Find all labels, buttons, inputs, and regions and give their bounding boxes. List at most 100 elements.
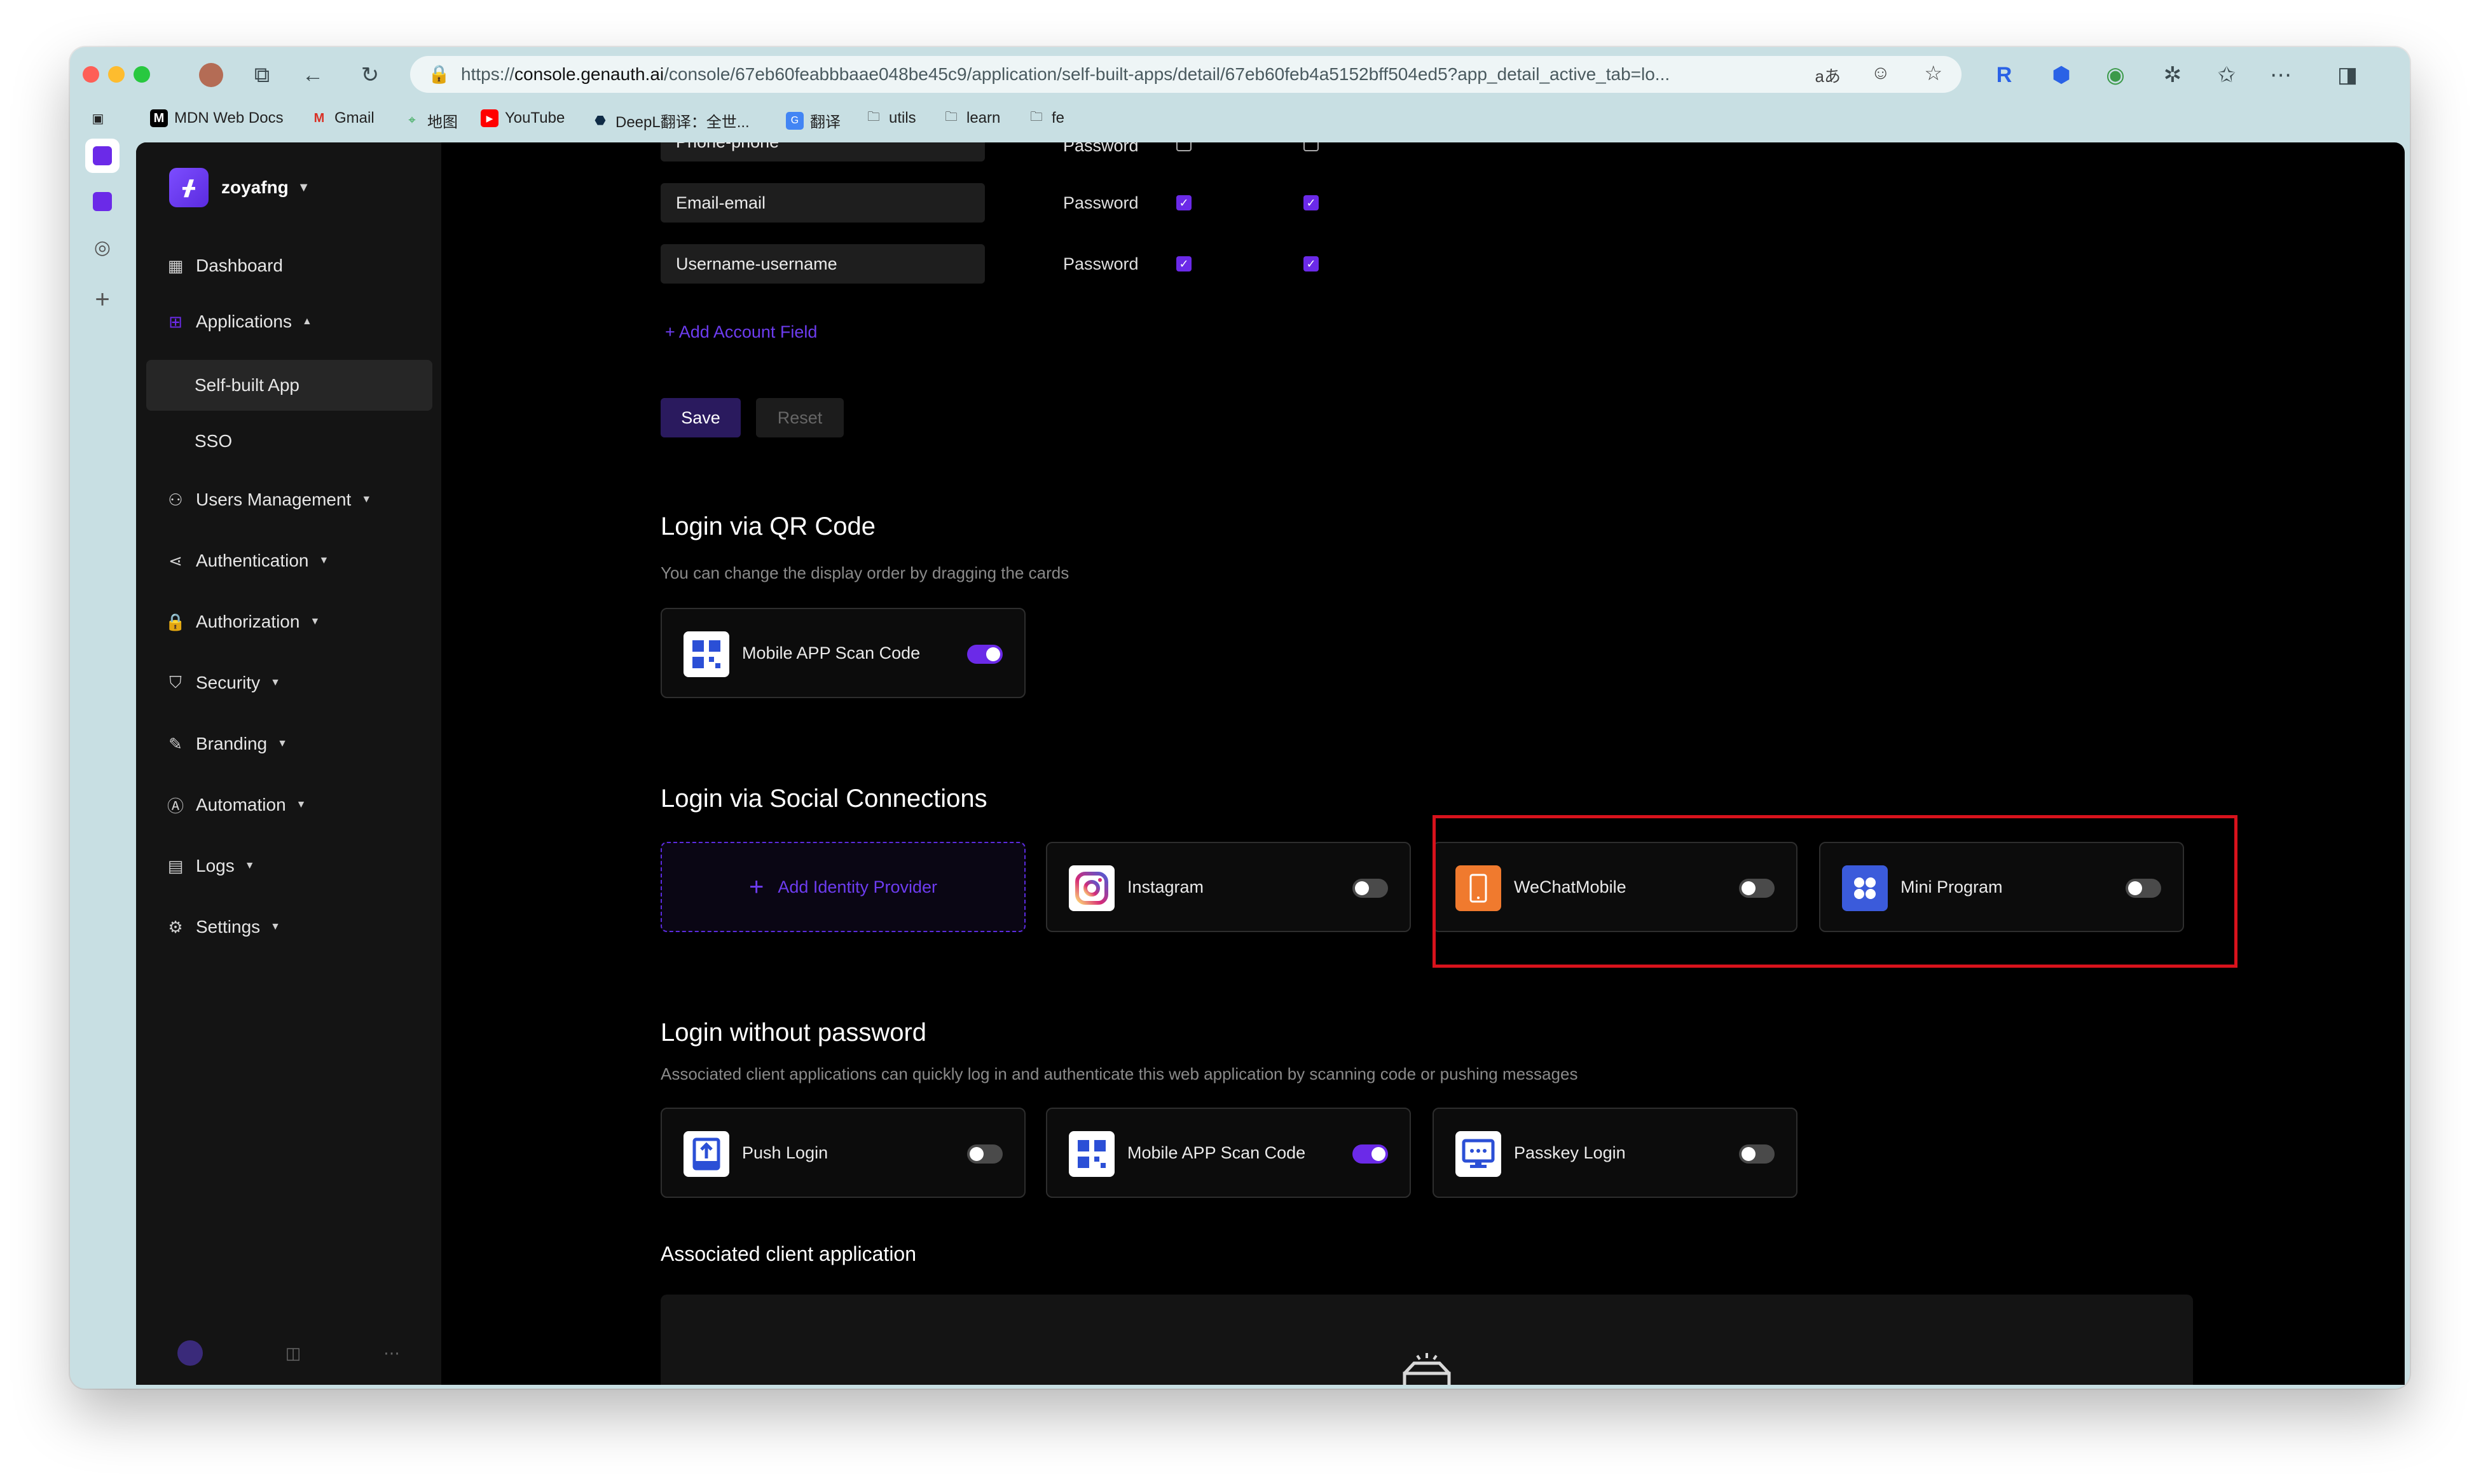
social-section-title: Login via Social Connections xyxy=(661,785,987,813)
bookmark-youtube[interactable]: ▶ YouTube xyxy=(481,109,565,127)
minimize-window-button[interactable] xyxy=(108,66,125,83)
bookmark-mdn[interactable]: M MDN Web Docs xyxy=(150,109,284,127)
qr-section-description: You can change the display order by drag… xyxy=(661,563,1069,582)
sidebar-item-branding[interactable]: ✎ Branding ▼ xyxy=(167,734,287,754)
sidebar-item-dashboard[interactable]: ▦ Dashboard xyxy=(167,256,283,276)
card-label: Push Login xyxy=(742,1143,828,1162)
bookmark-deepl[interactable]: ⬣ DeepL翻译：全世... xyxy=(591,109,749,132)
lock-icon: 🔒 xyxy=(165,612,186,631)
translate-icon[interactable]: aあ xyxy=(1815,64,1841,87)
passwordless-section-description: Associated client applications can quick… xyxy=(661,1064,1578,1083)
extensions-puzzle-icon[interactable]: ✲ xyxy=(2159,61,2187,89)
login-method-card[interactable]: Passkey Login xyxy=(1433,1108,1797,1198)
folder-icon: 🗀 xyxy=(945,110,958,124)
reader-icon[interactable]: ☺ xyxy=(1871,62,1890,84)
login-method-card[interactable]: Mobile APP Scan Code xyxy=(1046,1108,1411,1198)
new-tab-plus-icon[interactable]: + xyxy=(85,282,120,317)
app-frame: ᚋ zoyafng ▼ ▦ Dashboard ⊞ Applications ▲ Se… xyxy=(136,142,2405,1385)
toggle-switch[interactable] xyxy=(1739,1144,1775,1164)
account-field-checkbox[interactable] xyxy=(1303,142,1319,151)
login-method-card[interactable]: Push Login xyxy=(661,1108,1026,1198)
automation-icon: Ⓐ xyxy=(167,796,184,816)
address-bar[interactable]: 🔒 https://console.genauth.ai/console/67e… xyxy=(410,56,1962,93)
favorite-star-icon[interactable]: ☆ xyxy=(1924,61,1942,85)
share-icon: ⋖ xyxy=(168,551,182,570)
profile-avatar-icon[interactable] xyxy=(197,61,225,89)
chevron-down-icon: ▼ xyxy=(297,180,310,195)
sidebar-item-security[interactable]: ⛉ Security ▼ xyxy=(167,673,280,693)
bookmarks-bar: ▣ M MDN Web Docs M Gmail ⌖ 地图 ▶ YouTube ⬣ Dee… xyxy=(70,100,2410,139)
tabs-icon[interactable]: ⧉ xyxy=(248,61,276,89)
bookmark-folder-learn[interactable]: 🗀 learn xyxy=(942,109,1000,127)
sidebar-item-applications[interactable]: ⊞ Applications ▲ xyxy=(167,312,312,332)
main-content: Phone-phone Password Email-email Passwor… xyxy=(441,142,2405,1385)
chevron-down-icon: ▼ xyxy=(244,860,255,871)
close-window-button[interactable] xyxy=(83,66,99,83)
sidebar-item-authorization[interactable]: 🔒 Authorization ▼ xyxy=(165,612,320,632)
extension-blue-icon[interactable]: R xyxy=(1990,61,2018,89)
account-field-checkbox[interactable] xyxy=(1176,142,1192,151)
help-bot-icon[interactable] xyxy=(177,1340,203,1366)
account-field-name[interactable]: Email-email xyxy=(661,183,985,223)
more-options-icon[interactable]: ⋯ xyxy=(383,1343,400,1363)
account-field-row: Phone-phone xyxy=(661,142,985,161)
sidebar-item-automation[interactable]: Ⓐ Automation ▼ xyxy=(167,795,306,816)
account-field-name[interactable]: Phone-phone xyxy=(661,142,985,161)
sidebar-item-self-built-app[interactable]: Self-built App xyxy=(146,360,432,411)
brush-icon: ✎ xyxy=(168,734,182,753)
qr-code-icon xyxy=(1069,1131,1115,1177)
qr-section-title: Login via QR Code xyxy=(661,512,876,540)
reset-button[interactable]: Reset xyxy=(756,398,844,437)
bookmark-maps[interactable]: ⌖ 地图 xyxy=(403,109,458,132)
account-field-checkbox[interactable]: ✓ xyxy=(1176,256,1192,271)
toggle-switch[interactable] xyxy=(1352,1144,1388,1164)
sidebar-panel-icon[interactable]: ▣ xyxy=(89,109,113,127)
bookmark-translate[interactable]: G 翻译 xyxy=(786,109,841,132)
bookmark-gmail[interactable]: M Gmail xyxy=(310,109,375,127)
add-identity-provider-button[interactable]: + Add Identity Provider xyxy=(661,842,1026,932)
toggle-switch[interactable] xyxy=(1352,879,1388,898)
reload-icon[interactable]: ↻ xyxy=(356,61,384,89)
collapse-sidebar-icon[interactable]: ◫ xyxy=(285,1343,301,1363)
sidebar-item-logs[interactable]: ▤ Logs ▼ xyxy=(167,856,255,876)
logs-icon: ▤ xyxy=(167,856,184,876)
bookmark-folder-fe[interactable]: 🗀 fe xyxy=(1027,109,1064,127)
bookmark-folder-utils[interactable]: 🗀 utils xyxy=(865,109,916,127)
toggle-switch[interactable] xyxy=(967,645,1003,664)
sidebar-toggle-icon[interactable]: ◨ xyxy=(2333,61,2361,89)
chevron-down-icon: ▼ xyxy=(296,799,306,810)
more-menu-icon[interactable]: ⋯ xyxy=(2267,61,2295,89)
extension-green-icon[interactable]: ◉ xyxy=(2101,61,2129,89)
instagram-icon xyxy=(1069,865,1115,911)
tab-genauth-active[interactable] xyxy=(85,139,120,173)
github-icon[interactable]: ◎ xyxy=(85,230,120,265)
sidebar-item-authentication[interactable]: ⋖ Authentication ▼ xyxy=(167,551,329,571)
account-field-checkbox[interactable]: ✓ xyxy=(1303,256,1319,271)
account-field-name[interactable]: Username-username xyxy=(661,244,985,284)
save-button[interactable]: Save xyxy=(661,398,741,437)
empty-box-icon xyxy=(1403,1353,1451,1385)
associated-client-empty-state xyxy=(661,1295,2193,1385)
account-field-type: Password xyxy=(1063,142,1139,155)
favorites-icon[interactable]: ✩ xyxy=(2213,61,2241,89)
back-icon[interactable]: ← xyxy=(299,61,327,89)
login-method-card[interactable]: Mobile APP Scan Code xyxy=(661,608,1026,698)
folder-icon: 🗀 xyxy=(1030,110,1043,124)
account-field-type: Password xyxy=(1063,193,1139,212)
translate-icon: G xyxy=(786,111,804,130)
zoom-window-button[interactable] xyxy=(134,66,150,83)
sidebar-item-users-management[interactable]: ⚇ Users Management ▼ xyxy=(167,490,371,510)
sidebar-item-sso[interactable]: SSO xyxy=(146,416,432,467)
account-field-checkbox[interactable]: ✓ xyxy=(1176,195,1192,210)
org-switcher[interactable]: ᚋ zoyafng ▼ xyxy=(169,168,310,207)
tab-genauth[interactable] xyxy=(85,184,120,219)
sidebar-item-settings[interactable]: ⚙ Settings ▼ xyxy=(167,917,280,937)
sidebar: ᚋ zoyafng ▼ ▦ Dashboard ⊞ Applications ▲ Se… xyxy=(136,142,441,1385)
account-field-checkbox[interactable]: ✓ xyxy=(1303,195,1319,210)
passkey-icon xyxy=(1455,1131,1501,1177)
add-account-field-link[interactable]: + Add Account Field xyxy=(665,322,817,342)
passwordless-section-title: Login without password xyxy=(661,1019,927,1047)
extension-shield-icon[interactable]: ⬢ xyxy=(2047,61,2075,89)
toggle-switch[interactable] xyxy=(967,1144,1003,1164)
login-method-card[interactable]: Instagram xyxy=(1046,842,1411,932)
